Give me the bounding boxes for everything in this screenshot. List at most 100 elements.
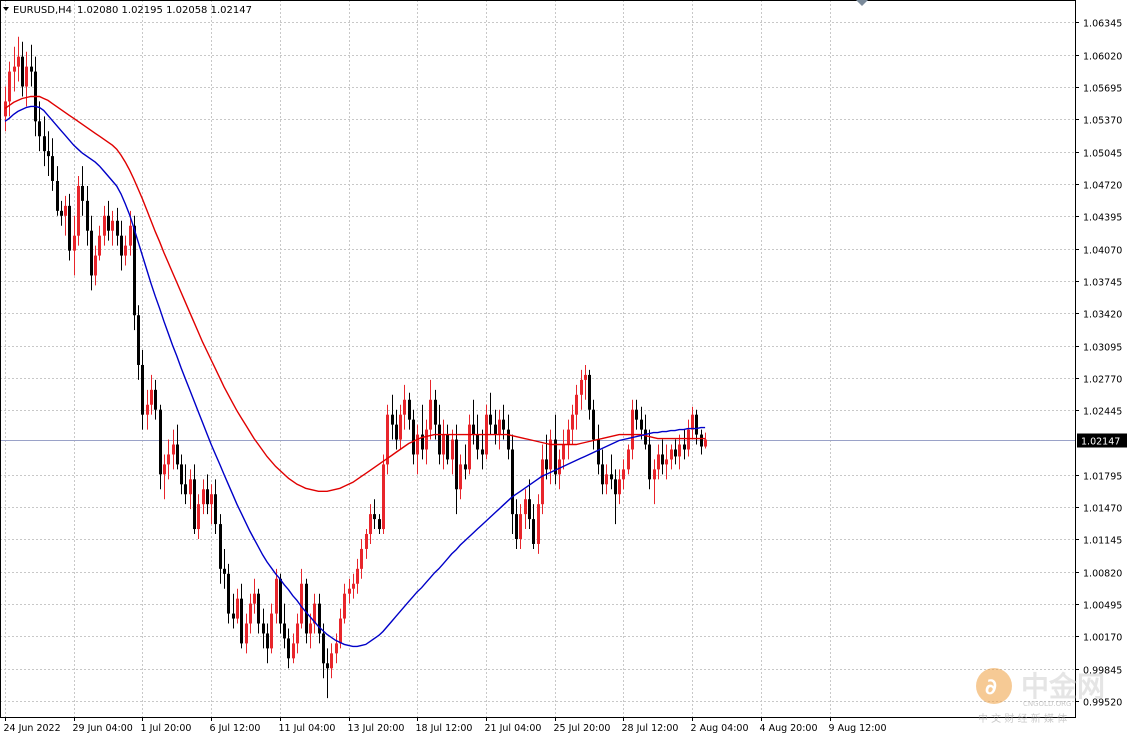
candle-body: [38, 121, 41, 137]
candle-body: [545, 459, 548, 470]
candle: [13, 46, 16, 92]
candle-body: [519, 514, 522, 539]
candle-body: [524, 499, 527, 515]
chart-grid: [0, 0, 1075, 717]
candle-body: [176, 444, 179, 465]
candle-body: [502, 419, 505, 430]
candle: [395, 409, 398, 450]
candle-body: [481, 449, 484, 455]
candle-body: [472, 424, 475, 435]
candle-body: [326, 663, 329, 669]
candle-body: [592, 409, 595, 440]
candle-body: [60, 210, 63, 216]
candle-body: [73, 235, 76, 251]
candle: [262, 608, 265, 649]
candle-body: [283, 623, 286, 639]
candle-body: [330, 653, 333, 669]
candle: [17, 36, 20, 82]
chart-shift-marker-icon[interactable]: [856, 0, 868, 6]
candle: [47, 131, 50, 177]
candle-body: [300, 583, 303, 624]
candle: [343, 583, 346, 624]
candle: [64, 195, 67, 236]
candle-body: [683, 444, 686, 450]
candle-body: [8, 71, 11, 102]
candle: [8, 61, 11, 117]
candle-body: [193, 479, 196, 530]
candle: [601, 449, 604, 495]
candle: [403, 384, 406, 430]
candle-body: [25, 66, 28, 87]
candle-body: [537, 504, 540, 544]
candle-body: [571, 414, 574, 430]
candle-body: [30, 66, 33, 72]
candle-body: [648, 444, 651, 480]
candle: [94, 245, 97, 286]
candle: [214, 479, 217, 535]
candle-body: [202, 489, 205, 505]
candle: [141, 350, 144, 430]
plot-frame: [0, 0, 1076, 718]
candle: [386, 404, 389, 475]
candle-body: [614, 479, 617, 495]
candle-body: [210, 494, 213, 505]
candle: [644, 414, 647, 450]
candle: [146, 389, 149, 430]
candle: [575, 384, 578, 430]
candle-body: [494, 424, 497, 435]
candle: [700, 429, 703, 455]
candle-body: [116, 220, 119, 236]
candle: [56, 166, 59, 216]
candle-body: [356, 568, 359, 584]
candle: [21, 41, 24, 97]
candle: [683, 429, 686, 460]
candle-body: [640, 419, 643, 430]
candle: [674, 439, 677, 465]
candle-body: [141, 364, 144, 415]
candle-body: [403, 399, 406, 415]
candle: [51, 138, 54, 191]
candle-body: [51, 156, 54, 181]
candle-body: [455, 439, 458, 490]
price-chart[interactable]: 1.06345 1.06020 1.05695 1.05370 1.05045 1.047…: [0, 0, 1129, 737]
candle: [489, 392, 492, 435]
candle-body: [172, 444, 175, 455]
candle-body: [700, 434, 703, 447]
candle: [313, 593, 316, 634]
x-tick-label: 29 Jun 04:00: [73, 723, 133, 734]
candle: [210, 484, 213, 525]
candle-body: [270, 613, 273, 649]
candle-body: [631, 409, 634, 450]
candle-body: [257, 593, 260, 624]
candle-body: [601, 464, 604, 485]
candle-body: [21, 56, 24, 87]
candle-body: [442, 434, 445, 455]
candle: [30, 44, 33, 87]
candle: [253, 578, 256, 614]
candle-body: [704, 439, 707, 447]
y-tick-label: 1.00495: [1083, 601, 1122, 612]
candle-body: [189, 479, 192, 495]
candle-body: [245, 623, 248, 644]
watermark-brand-en: CNGOLD.ORG: [1023, 700, 1071, 708]
candle: [236, 588, 239, 624]
y-tick-label: 1.05370: [1083, 116, 1122, 127]
candle: [391, 394, 394, 440]
candle: [648, 429, 651, 490]
candle-body: [695, 414, 698, 435]
candle: [429, 379, 432, 440]
candle: [635, 399, 638, 430]
candle: [691, 406, 694, 440]
candle: [163, 454, 166, 500]
candle: [81, 166, 84, 216]
candle-body: [584, 374, 587, 380]
candle-body: [197, 504, 200, 530]
y-tick-label: 1.00820: [1083, 569, 1122, 580]
candle: [704, 432, 707, 449]
candle-body: [541, 459, 544, 505]
candle: [352, 573, 355, 599]
candle-body: [438, 424, 441, 455]
candle-body: [275, 578, 278, 614]
dropdown-arrow-icon[interactable]: [3, 7, 9, 11]
candle: [678, 434, 681, 470]
